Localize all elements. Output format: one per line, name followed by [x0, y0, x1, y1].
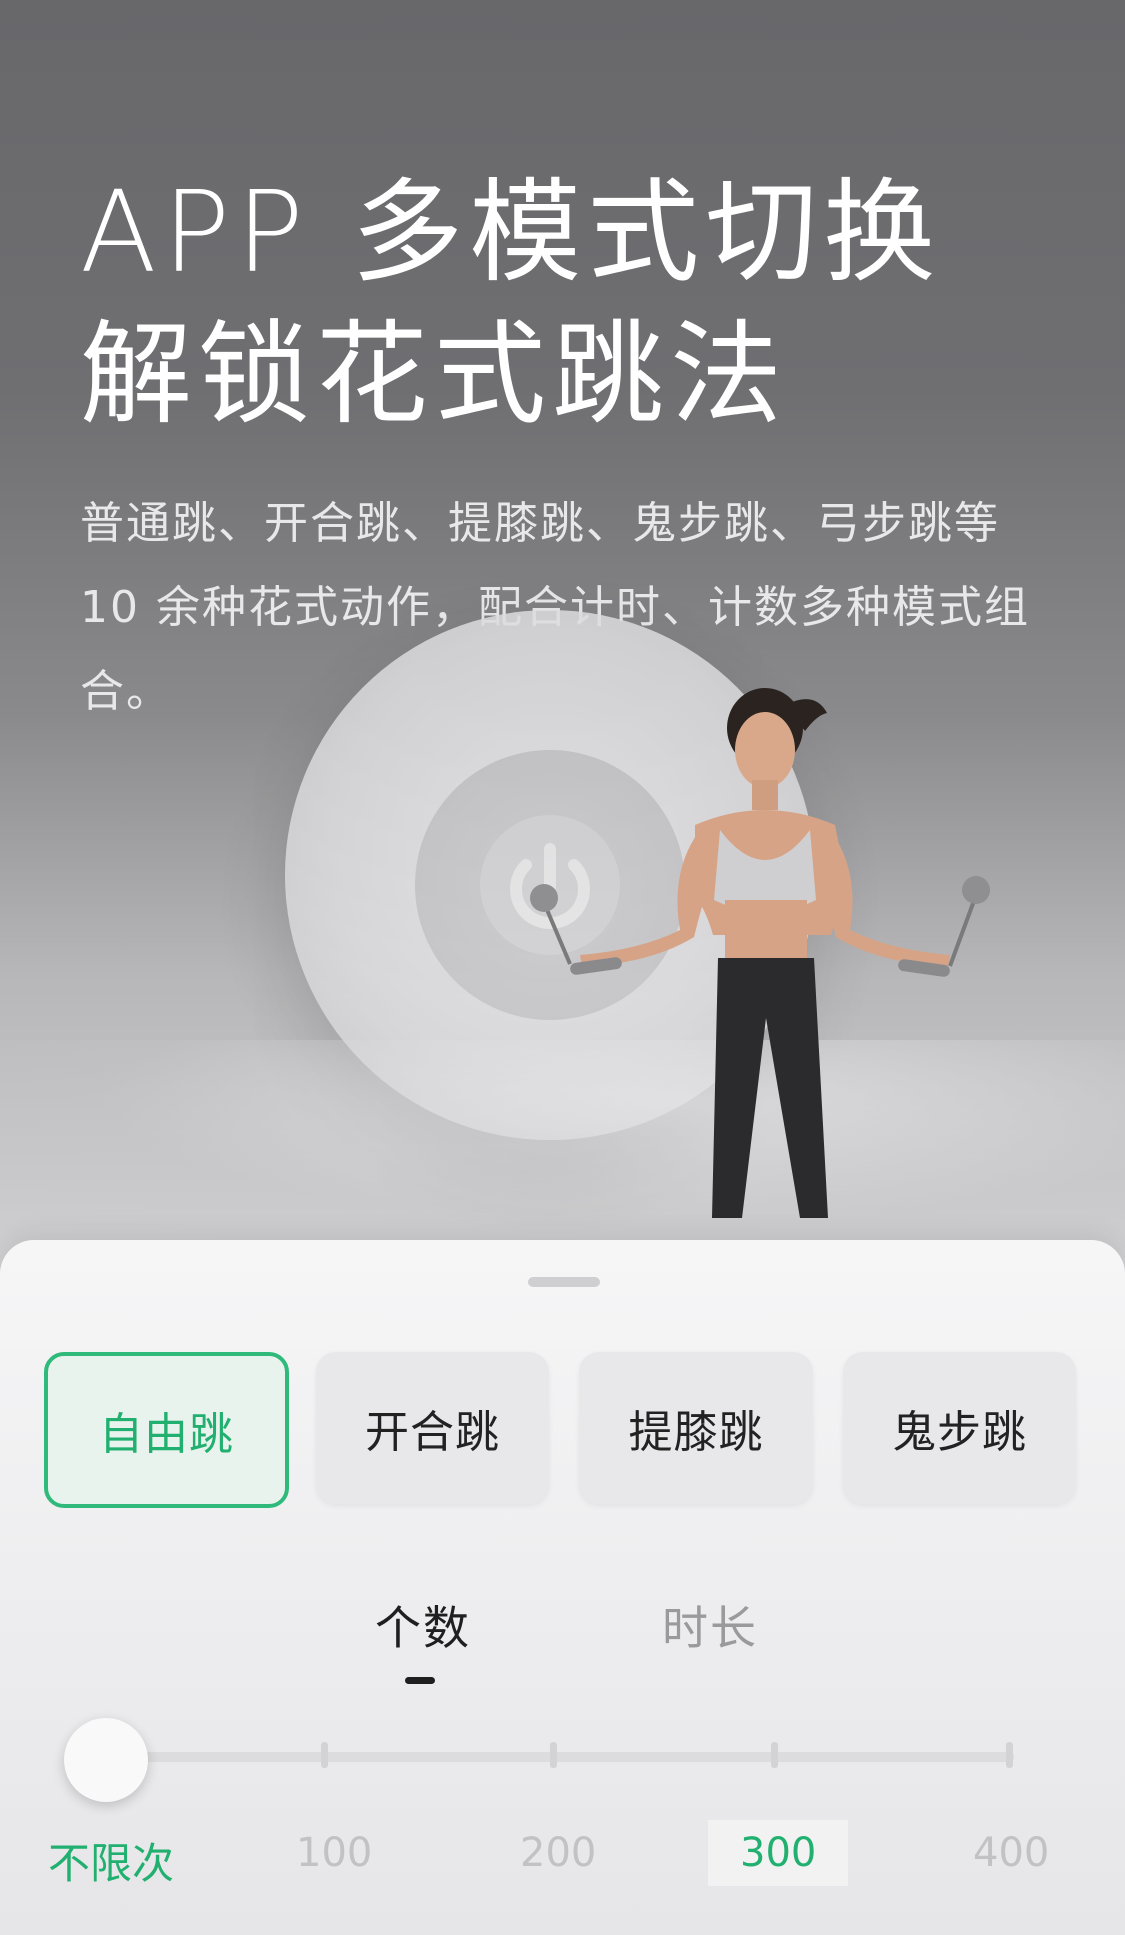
slider-label-200[interactable]: 200 — [520, 1830, 596, 1876]
mode-label: 自由跳 — [99, 1409, 234, 1460]
mode-button-jumping-jack[interactable]: 开合跳 — [316, 1352, 549, 1504]
goal-type-tabs: 个数 时长 — [0, 1592, 1125, 1682]
tab-duration[interactable]: 时长 — [662, 1592, 758, 1658]
hero-banner: APP 多模式切换 解锁花式跳法 普通跳、开合跳、提膝跳、鬼步跳、弓步跳等 10… — [0, 0, 1125, 1300]
slider-label-300[interactable]: 300 — [708, 1820, 849, 1886]
count-slider-track[interactable] — [100, 1752, 1014, 1762]
mode-button-free-jump[interactable]: 自由跳 — [44, 1352, 289, 1508]
active-tab-indicator — [405, 1677, 435, 1684]
hero-title-line2: 解锁花式跳法 — [80, 310, 788, 440]
slider-label-unlimited[interactable]: 不限次 — [48, 1830, 174, 1891]
sheet-drag-handle[interactable] — [528, 1277, 600, 1287]
tab-count[interactable]: 个数 — [375, 1592, 471, 1658]
slider-tick — [1006, 1742, 1013, 1768]
athlete-with-jump-rope-image — [530, 688, 990, 1218]
jump-mode-selector: 自由跳 开合跳 提膝跳 鬼步跳 — [44, 1352, 1081, 1510]
slider-tick — [550, 1742, 557, 1768]
mode-button-high-knee[interactable]: 提膝跳 — [579, 1352, 813, 1504]
mode-label: 鬼步跳 — [892, 1407, 1027, 1458]
slider-label-400[interactable]: 400 — [973, 1830, 1049, 1876]
hero-title-line1: APP 多模式切换 — [80, 168, 942, 298]
mode-label: 提膝跳 — [628, 1407, 764, 1458]
slider-tick — [771, 1742, 778, 1768]
count-slider-thumb[interactable] — [64, 1718, 148, 1802]
mode-label: 开合跳 — [365, 1407, 500, 1458]
mode-button-ghost-step[interactable]: 鬼步跳 — [843, 1352, 1076, 1504]
mode-settings-sheet: 自由跳 开合跳 提膝跳 鬼步跳 个数 时长 不限次 100 200 300 40… — [0, 1240, 1125, 1935]
slider-label-100[interactable]: 100 — [296, 1830, 372, 1876]
slider-tick — [321, 1742, 328, 1768]
hero-title: APP 多模式切换 解锁花式跳法 — [80, 162, 941, 446]
